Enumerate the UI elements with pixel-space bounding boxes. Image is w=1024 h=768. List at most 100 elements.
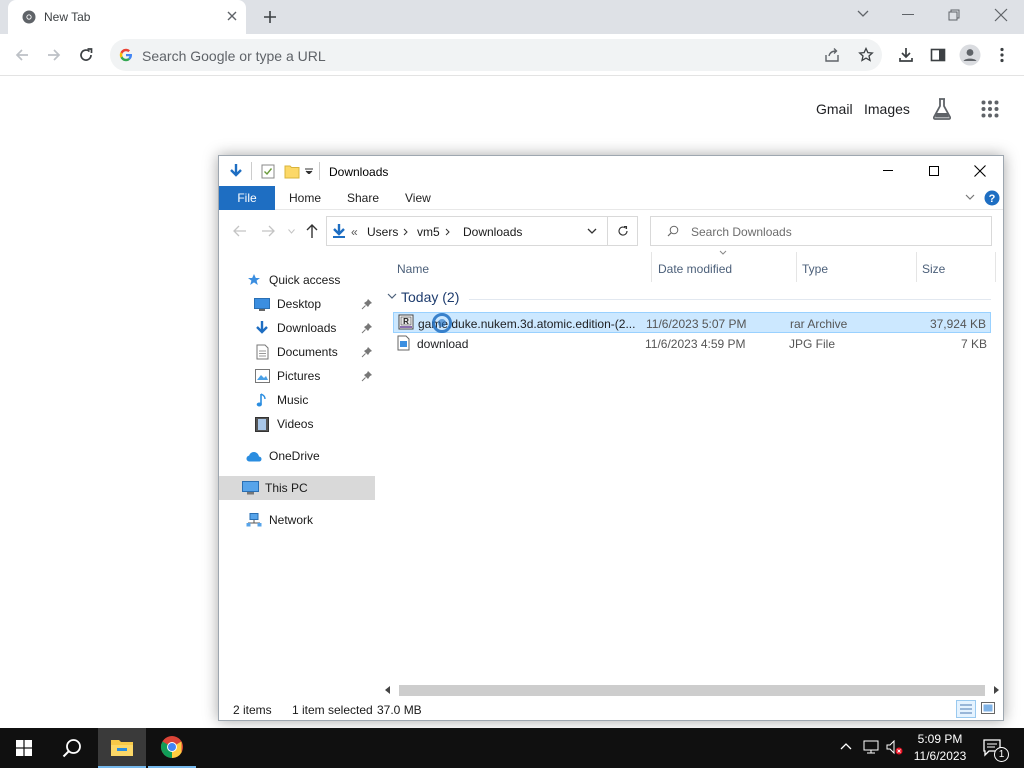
- minimize-icon: [883, 170, 893, 172]
- nav-desktop[interactable]: Desktop: [253, 292, 321, 316]
- status-bar: 2 items 1 item selected 37.0 MB: [219, 700, 1003, 720]
- table-row[interactable]: R game.duke.nukem.3d.atomic.edition-(2..…: [393, 312, 991, 333]
- show-hidden-icons-chevron-icon[interactable]: [840, 742, 852, 750]
- column-separator[interactable]: [796, 252, 797, 282]
- menu-kebab-icon[interactable]: [990, 43, 1014, 67]
- forward-arrow-icon[interactable]: [261, 225, 275, 237]
- omnibox[interactable]: Search Google or type a URL: [110, 39, 882, 71]
- up-arrow-icon[interactable]: [305, 223, 319, 239]
- group-header-today[interactable]: Today (2): [385, 288, 993, 308]
- nav-onedrive[interactable]: OneDrive: [245, 444, 320, 468]
- breadcrumb-separator-icon[interactable]: [445, 228, 450, 236]
- nav-this-pc[interactable]: This PC: [241, 476, 308, 500]
- column-header-name[interactable]: Name: [397, 262, 429, 276]
- column-header-size[interactable]: Size: [922, 262, 945, 276]
- column-header-date[interactable]: Date modified: [658, 262, 732, 276]
- taskbar-clock[interactable]: 5:09 PM 11/6/2023: [906, 731, 974, 765]
- address-history-chevron-icon[interactable]: [587, 228, 597, 235]
- labs-flask-icon[interactable]: [932, 98, 952, 120]
- quick-access-down-arrow-icon[interactable]: [228, 163, 244, 179]
- breadcrumb-users[interactable]: Users: [367, 225, 398, 239]
- properties-checkbox-icon[interactable]: [261, 164, 275, 179]
- breadcrumb-overflow[interactable]: «: [351, 225, 358, 239]
- nav-label: This PC: [265, 481, 308, 495]
- table-row[interactable]: download 11/6/2023 4:59 PM JPG File 7 KB: [393, 333, 991, 354]
- close-tab-icon[interactable]: [226, 10, 238, 22]
- close-window-icon[interactable]: [994, 8, 1008, 22]
- close-button[interactable]: [957, 156, 1003, 186]
- refresh-button[interactable]: [608, 216, 638, 246]
- minimize-icon[interactable]: [902, 14, 914, 16]
- nav-pictures[interactable]: Pictures: [253, 364, 320, 388]
- nav-network[interactable]: Network: [245, 508, 313, 532]
- column-separator[interactable]: [995, 252, 996, 282]
- large-icons-view-icon[interactable]: [981, 701, 995, 715]
- ribbon-tab-share[interactable]: Share: [337, 186, 389, 210]
- scroll-left-icon[interactable]: [385, 686, 391, 694]
- share-icon[interactable]: [824, 47, 840, 63]
- help-icon[interactable]: ?: [984, 190, 1000, 206]
- profile-avatar-icon[interactable]: [958, 43, 982, 67]
- taskbar-chrome[interactable]: [148, 728, 196, 768]
- file-type: rar Archive: [790, 317, 848, 331]
- taskbar-file-explorer[interactable]: [98, 728, 146, 768]
- details-view-icon[interactable]: [956, 700, 976, 718]
- maximize-button[interactable]: [911, 156, 957, 186]
- taskbar-search-button[interactable]: [48, 728, 96, 768]
- side-panel-icon[interactable]: [926, 43, 950, 67]
- address-bar[interactable]: « Users vm5 Downloads: [326, 216, 608, 246]
- expand-ribbon-chevron-icon[interactable]: [965, 194, 975, 201]
- videos-film-icon: [253, 415, 271, 433]
- taskbar: 5:09 PM 11/6/2023 1: [0, 728, 1024, 768]
- ribbon-tab-view[interactable]: View: [395, 186, 441, 210]
- breadcrumb-vm5[interactable]: vm5: [417, 225, 440, 239]
- pictures-icon: [253, 367, 271, 385]
- downloads-arrow-icon: [253, 319, 271, 337]
- gmail-link[interactable]: Gmail: [816, 101, 853, 117]
- volume-muted-icon[interactable]: [886, 740, 904, 756]
- nav-videos[interactable]: Videos: [253, 412, 313, 436]
- new-tab-icon[interactable]: [262, 9, 278, 25]
- ribbon-tab-home[interactable]: Home: [279, 186, 331, 210]
- search-downloads-input[interactable]: Search Downloads: [650, 216, 992, 246]
- column-separator[interactable]: [651, 252, 652, 282]
- reload-icon[interactable]: [74, 43, 98, 67]
- nav-quick-access[interactable]: Quick access: [245, 268, 340, 292]
- ribbon-tab-file[interactable]: File: [219, 186, 275, 210]
- quick-access-star-icon: [245, 271, 263, 289]
- tab-search-chevron-icon[interactable]: [856, 9, 870, 19]
- pin-icon[interactable]: [361, 322, 373, 334]
- pin-icon[interactable]: [361, 298, 373, 310]
- breadcrumb-separator-icon[interactable]: [403, 228, 408, 236]
- horizontal-scrollbar[interactable]: [381, 682, 1003, 698]
- svg-text:?: ?: [989, 193, 996, 205]
- sort-indicator-icon: [719, 250, 727, 255]
- breadcrumb-downloads[interactable]: Downloads: [463, 225, 522, 239]
- new-folder-icon[interactable]: [284, 164, 300, 179]
- images-link[interactable]: Images: [864, 101, 910, 117]
- pin-icon[interactable]: [361, 346, 373, 358]
- back-icon[interactable]: [10, 43, 34, 67]
- download-icon[interactable]: [894, 43, 918, 67]
- file-date: 11/6/2023 5:07 PM: [646, 317, 747, 331]
- scroll-thumb[interactable]: [399, 685, 985, 696]
- apps-grid-icon[interactable]: [981, 100, 999, 118]
- nav-music[interactable]: Music: [253, 388, 308, 412]
- pin-icon[interactable]: [361, 370, 373, 382]
- forward-icon[interactable]: [42, 43, 66, 67]
- customize-toolbar-chevron-icon[interactable]: [305, 168, 313, 174]
- minimize-button[interactable]: [865, 156, 911, 186]
- back-arrow-icon[interactable]: [233, 225, 247, 237]
- scroll-right-icon[interactable]: [993, 686, 999, 694]
- column-header-type[interactable]: Type: [802, 262, 828, 276]
- column-separator[interactable]: [916, 252, 917, 282]
- tab-new-tab[interactable]: New Tab: [8, 0, 246, 34]
- bookmark-star-icon[interactable]: [858, 47, 874, 63]
- nav-documents[interactable]: Documents: [253, 340, 338, 364]
- start-button[interactable]: [0, 728, 48, 768]
- network-status-icon[interactable]: [862, 740, 880, 754]
- nav-downloads[interactable]: Downloads: [253, 316, 336, 340]
- music-note-icon: [253, 391, 271, 409]
- recent-locations-chevron-icon[interactable]: [288, 229, 295, 234]
- restore-icon[interactable]: [948, 9, 960, 21]
